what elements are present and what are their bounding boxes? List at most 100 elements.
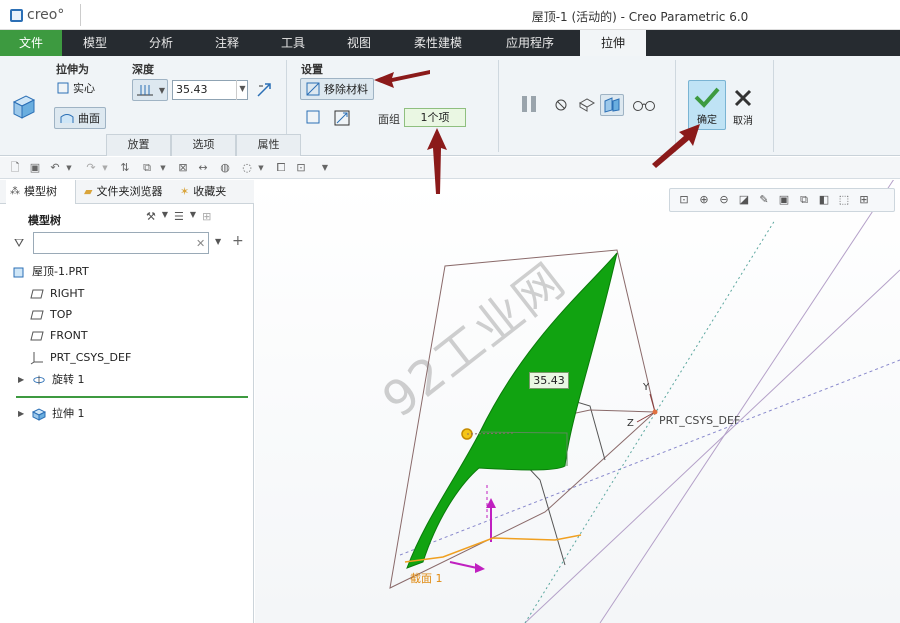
- customize-toolbar-icon[interactable]: ▼: [318, 161, 332, 175]
- undo-icon[interactable]: ↶: [48, 161, 62, 175]
- menu-model[interactable]: 模型: [62, 30, 128, 56]
- appearance-icon[interactable]: ◍: [218, 161, 232, 175]
- expand-arrow-icon[interactable]: ▶: [18, 370, 26, 390]
- chevron-down-icon[interactable]: ▼: [190, 210, 196, 223]
- annotation-display-icon[interactable]: ⊞: [856, 192, 872, 208]
- graphics-viewport[interactable]: 92工业网 35.43 Y Z PRT_CSYS_DEF 截面 1 ⊡ ⊕ ⊖ …: [255, 180, 900, 623]
- model-tree-panel: ⁂ 模型树 ▰ 文件夹浏览器 ✶ 收藏夹 模型树 ⚒ ▼ ☰ ▼ ⊞ ⛛ ✕ ▼…: [0, 180, 254, 623]
- redo-icon[interactable]: ↷: [84, 161, 98, 175]
- model-tree-search-input[interactable]: [33, 232, 209, 254]
- cancel-label: 取消: [733, 116, 753, 127]
- menu-file[interactable]: 文件: [0, 30, 62, 56]
- no-preview-button[interactable]: [552, 96, 570, 114]
- tree-item-csys[interactable]: PRT_CSYS_DEF: [30, 348, 131, 368]
- measure-icon[interactable]: ↔: [196, 161, 210, 175]
- tree-item-revolve[interactable]: ▶ 旋转 1: [18, 370, 85, 390]
- solid-button[interactable]: 实心: [56, 78, 106, 98]
- attached-preview-button[interactable]: [576, 94, 598, 116]
- copy-icon[interactable]: ⧠: [274, 161, 288, 175]
- folder-icon: ▰: [84, 185, 93, 198]
- close-window-icon[interactable]: ⊠: [176, 161, 190, 175]
- datum-display-icon[interactable]: ⬚: [836, 192, 852, 208]
- chevron-down-icon[interactable]: ▼: [254, 161, 268, 175]
- display-icon[interactable]: ◌: [240, 161, 254, 175]
- save-icon[interactable]: ▣: [28, 161, 42, 175]
- menu-analysis[interactable]: 分析: [128, 30, 194, 56]
- trim-quilt-button[interactable]: [332, 108, 352, 128]
- remove-material-button[interactable]: 移除材料: [300, 78, 374, 100]
- depth-dimension-label[interactable]: 35.43: [529, 372, 569, 389]
- remove-material-icon: [306, 82, 320, 96]
- chevron-down-icon[interactable]: ▼: [215, 237, 221, 246]
- csys-y-label: Y: [643, 382, 650, 393]
- tree-settings-icon[interactable]: ⚒: [146, 210, 156, 223]
- filter-icon[interactable]: ⛛: [14, 236, 24, 251]
- add-icon[interactable]: +: [232, 233, 244, 249]
- tree-item-front[interactable]: FRONT: [30, 326, 88, 346]
- detached-preview-button[interactable]: [600, 94, 624, 116]
- thicken-sketch-button[interactable]: [304, 108, 322, 126]
- refit-icon[interactable]: ⊡: [676, 192, 692, 208]
- view-manager-icon[interactable]: ✎: [756, 192, 772, 208]
- subtab-placement[interactable]: 放置: [106, 134, 171, 156]
- tab-model-tree[interactable]: ⁂ 模型树: [6, 180, 76, 204]
- view-toolbar: ⊡ ⊕ ⊖ ◪ ✎ ▣ ⧉ ◧ ⬚ ⊞: [669, 188, 895, 212]
- tree-item-top[interactable]: TOP: [30, 305, 72, 325]
- repaint-icon[interactable]: ◪: [736, 192, 752, 208]
- extrude-feature-icon: [8, 86, 40, 126]
- chevron-down-icon[interactable]: ▼: [98, 161, 112, 175]
- menu-applications[interactable]: 应用程序: [484, 30, 576, 56]
- insert-here-indicator[interactable]: [16, 396, 248, 398]
- model-geometry[interactable]: [255, 180, 900, 623]
- menu-view[interactable]: 视图: [326, 30, 392, 56]
- saved-orientations-icon[interactable]: ⧉: [796, 192, 812, 208]
- window-title: 屋顶-1 (活动的) - Creo Parametric 6.0: [531, 10, 749, 24]
- depth-option-button[interactable]: ▼: [132, 79, 168, 101]
- close-icon: [734, 89, 752, 107]
- display-style-icon[interactable]: ▣: [776, 192, 792, 208]
- clear-search-icon[interactable]: ✕: [196, 237, 205, 250]
- tab-favorites[interactable]: ✶ 收藏夹: [176, 180, 244, 204]
- detached-preview-icon: [604, 97, 620, 113]
- menu-flexible-modeling[interactable]: 柔性建模: [392, 30, 484, 56]
- tree-item-right[interactable]: RIGHT: [30, 284, 84, 304]
- menu-tools[interactable]: 工具: [260, 30, 326, 56]
- revolve-icon: [32, 373, 46, 387]
- depth-dropdown-icon[interactable]: ▼: [236, 80, 248, 100]
- windows-icon[interactable]: ⧉: [140, 161, 154, 175]
- menu-annotate[interactable]: 注释: [194, 30, 260, 56]
- open-icon[interactable]: ⊡: [294, 161, 308, 175]
- tree-root[interactable]: 屋顶-1.PRT: [12, 262, 89, 282]
- checkmark-icon: [694, 87, 720, 108]
- surface-button[interactable]: 曲面: [54, 107, 106, 129]
- subtab-options[interactable]: 选项: [171, 134, 236, 156]
- tree-columns-icon[interactable]: ☰: [174, 210, 184, 223]
- zoom-in-icon[interactable]: ⊕: [696, 192, 712, 208]
- menu-extrude-tab[interactable]: 拉伸: [580, 30, 646, 56]
- zoom-out-icon[interactable]: ⊖: [716, 192, 732, 208]
- blind-depth-icon: [136, 85, 153, 96]
- solid-icon: [57, 82, 69, 94]
- flip-direction-button[interactable]: [254, 80, 274, 100]
- tree-filter-icon[interactable]: ⊞: [202, 210, 211, 223]
- tree-item-extrude[interactable]: ▶ 拉伸 1: [18, 404, 85, 424]
- subtab-properties[interactable]: 属性: [236, 134, 301, 156]
- remove-material-label: 移除材料: [324, 83, 368, 96]
- cancel-button[interactable]: 取消: [728, 80, 758, 130]
- part-icon: [12, 265, 26, 279]
- chevron-down-icon[interactable]: ▼: [62, 161, 76, 175]
- ok-button[interactable]: 确定: [688, 80, 726, 130]
- chevron-down-icon[interactable]: ▼: [156, 161, 170, 175]
- tab-folder-browser-label: 文件夹浏览器: [96, 185, 163, 198]
- quilt-field[interactable]: 1个项: [404, 108, 466, 127]
- verify-button[interactable]: [630, 94, 658, 116]
- side-arrow[interactable]: [449, 561, 478, 569]
- expand-arrow-icon[interactable]: ▶: [18, 404, 26, 424]
- creo-logo-text: creo°: [27, 7, 65, 23]
- new-file-icon[interactable]: 🗋: [8, 161, 22, 175]
- chevron-down-icon[interactable]: ▼: [162, 210, 168, 223]
- regenerate-icon[interactable]: ⇅: [118, 161, 132, 175]
- pause-button[interactable]: [517, 92, 541, 116]
- section-view-icon[interactable]: ◧: [816, 192, 832, 208]
- tab-folder-browser[interactable]: ▰ 文件夹浏览器: [80, 180, 172, 204]
